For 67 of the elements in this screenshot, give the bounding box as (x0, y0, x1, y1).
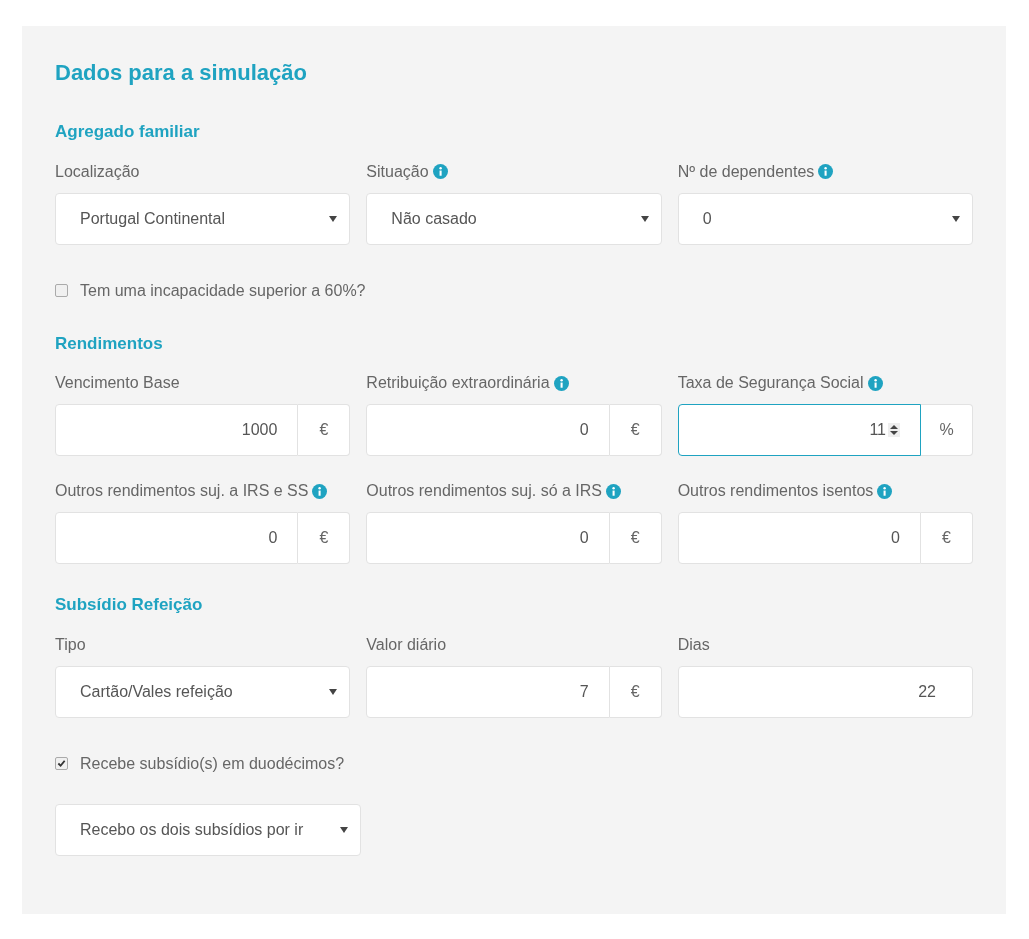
caret-icon (952, 215, 960, 222)
unit-addon: € (298, 512, 351, 564)
field-label: Dias (677, 634, 710, 655)
field-label: Valor diário (366, 634, 447, 655)
checkbox[interactable] (55, 757, 68, 770)
field-label: Outros rendimentos isentos (677, 481, 874, 501)
checkbox-label: Recebe subsídio(s) em duodécimos? (80, 753, 345, 774)
section-heading: Subsídio Refeição (55, 594, 204, 616)
number-input[interactable]: 0 (55, 512, 299, 564)
section-heading: Agregado familiar (55, 121, 201, 143)
number-input[interactable]: 7 (366, 665, 610, 718)
number-input[interactable]: 1000 (55, 404, 299, 456)
number-input[interactable]: 0 (677, 512, 921, 564)
input-value: 1000 (241, 420, 278, 440)
input-value: 22 (918, 681, 936, 702)
info-icon[interactable] (877, 483, 893, 499)
dropdown-select[interactable]: Portugal Continental (55, 192, 351, 245)
unit-addon: € (609, 512, 662, 564)
input-value: 7 (579, 681, 589, 702)
info-icon[interactable] (818, 164, 834, 179)
field-label: Nº de dependentes (677, 161, 815, 182)
caret-icon (329, 688, 338, 695)
info-icon[interactable] (606, 483, 621, 499)
select-value: Cartão/Vales refeição (80, 681, 233, 702)
info-icon[interactable] (553, 375, 569, 391)
checkbox-label: Tem uma incapacidade superior a 60%? (80, 280, 366, 301)
input-value: 0 (579, 420, 589, 440)
field-label: Vencimento Base (55, 373, 180, 393)
field-label: Outros rendimentos suj. a IRS e SS (55, 481, 309, 501)
caret-icon (640, 215, 649, 222)
spinner-arrows-icon[interactable] (888, 423, 900, 437)
dropdown-select[interactable]: Recebo os dois subsídios por ir (55, 803, 361, 856)
number-input[interactable]: 0 (366, 404, 610, 456)
number-input[interactable]: 11 (677, 404, 921, 456)
unit-addon: € (921, 512, 973, 564)
select-value: Portugal Continental (80, 208, 225, 229)
panel-title: Dados para a simulação (55, 59, 308, 87)
input-value: 0 (579, 528, 589, 548)
checkbox[interactable] (55, 284, 68, 297)
select-value: 0 (702, 208, 712, 229)
dropdown-select[interactable]: Não casado (366, 192, 662, 245)
field-label: Retribuição extraordinária (366, 373, 550, 393)
field-label: Outros rendimentos suj. só a IRS (366, 481, 602, 501)
field-label: Taxa de Segurança Social (677, 373, 864, 393)
dropdown-select[interactable]: Cartão/Vales refeição (55, 665, 351, 718)
unit-addon: % (921, 404, 973, 456)
field-label: Localização (55, 161, 140, 182)
caret-icon (340, 826, 348, 833)
field-label: Situação (366, 161, 429, 182)
input-value: 11 (869, 420, 886, 440)
caret-icon (329, 215, 338, 222)
select-value: Não casado (391, 208, 477, 229)
checkmark-icon (57, 759, 66, 768)
info-icon[interactable] (312, 483, 328, 499)
unit-addon: € (298, 404, 351, 456)
input-value: 0 (891, 528, 900, 548)
number-input[interactable]: 0 (366, 512, 610, 564)
number-input[interactable]: 22 (677, 665, 973, 718)
dropdown-select[interactable]: 0 (677, 192, 973, 245)
select-value: Recebo os dois subsídios por ir (80, 819, 304, 840)
info-icon[interactable] (867, 375, 883, 391)
unit-addon: € (609, 665, 662, 718)
info-icon[interactable] (432, 164, 448, 179)
input-value: 0 (268, 528, 278, 548)
field-label: Tipo (55, 634, 86, 655)
section-heading: Rendimentos (55, 332, 164, 355)
unit-addon: € (609, 404, 662, 456)
